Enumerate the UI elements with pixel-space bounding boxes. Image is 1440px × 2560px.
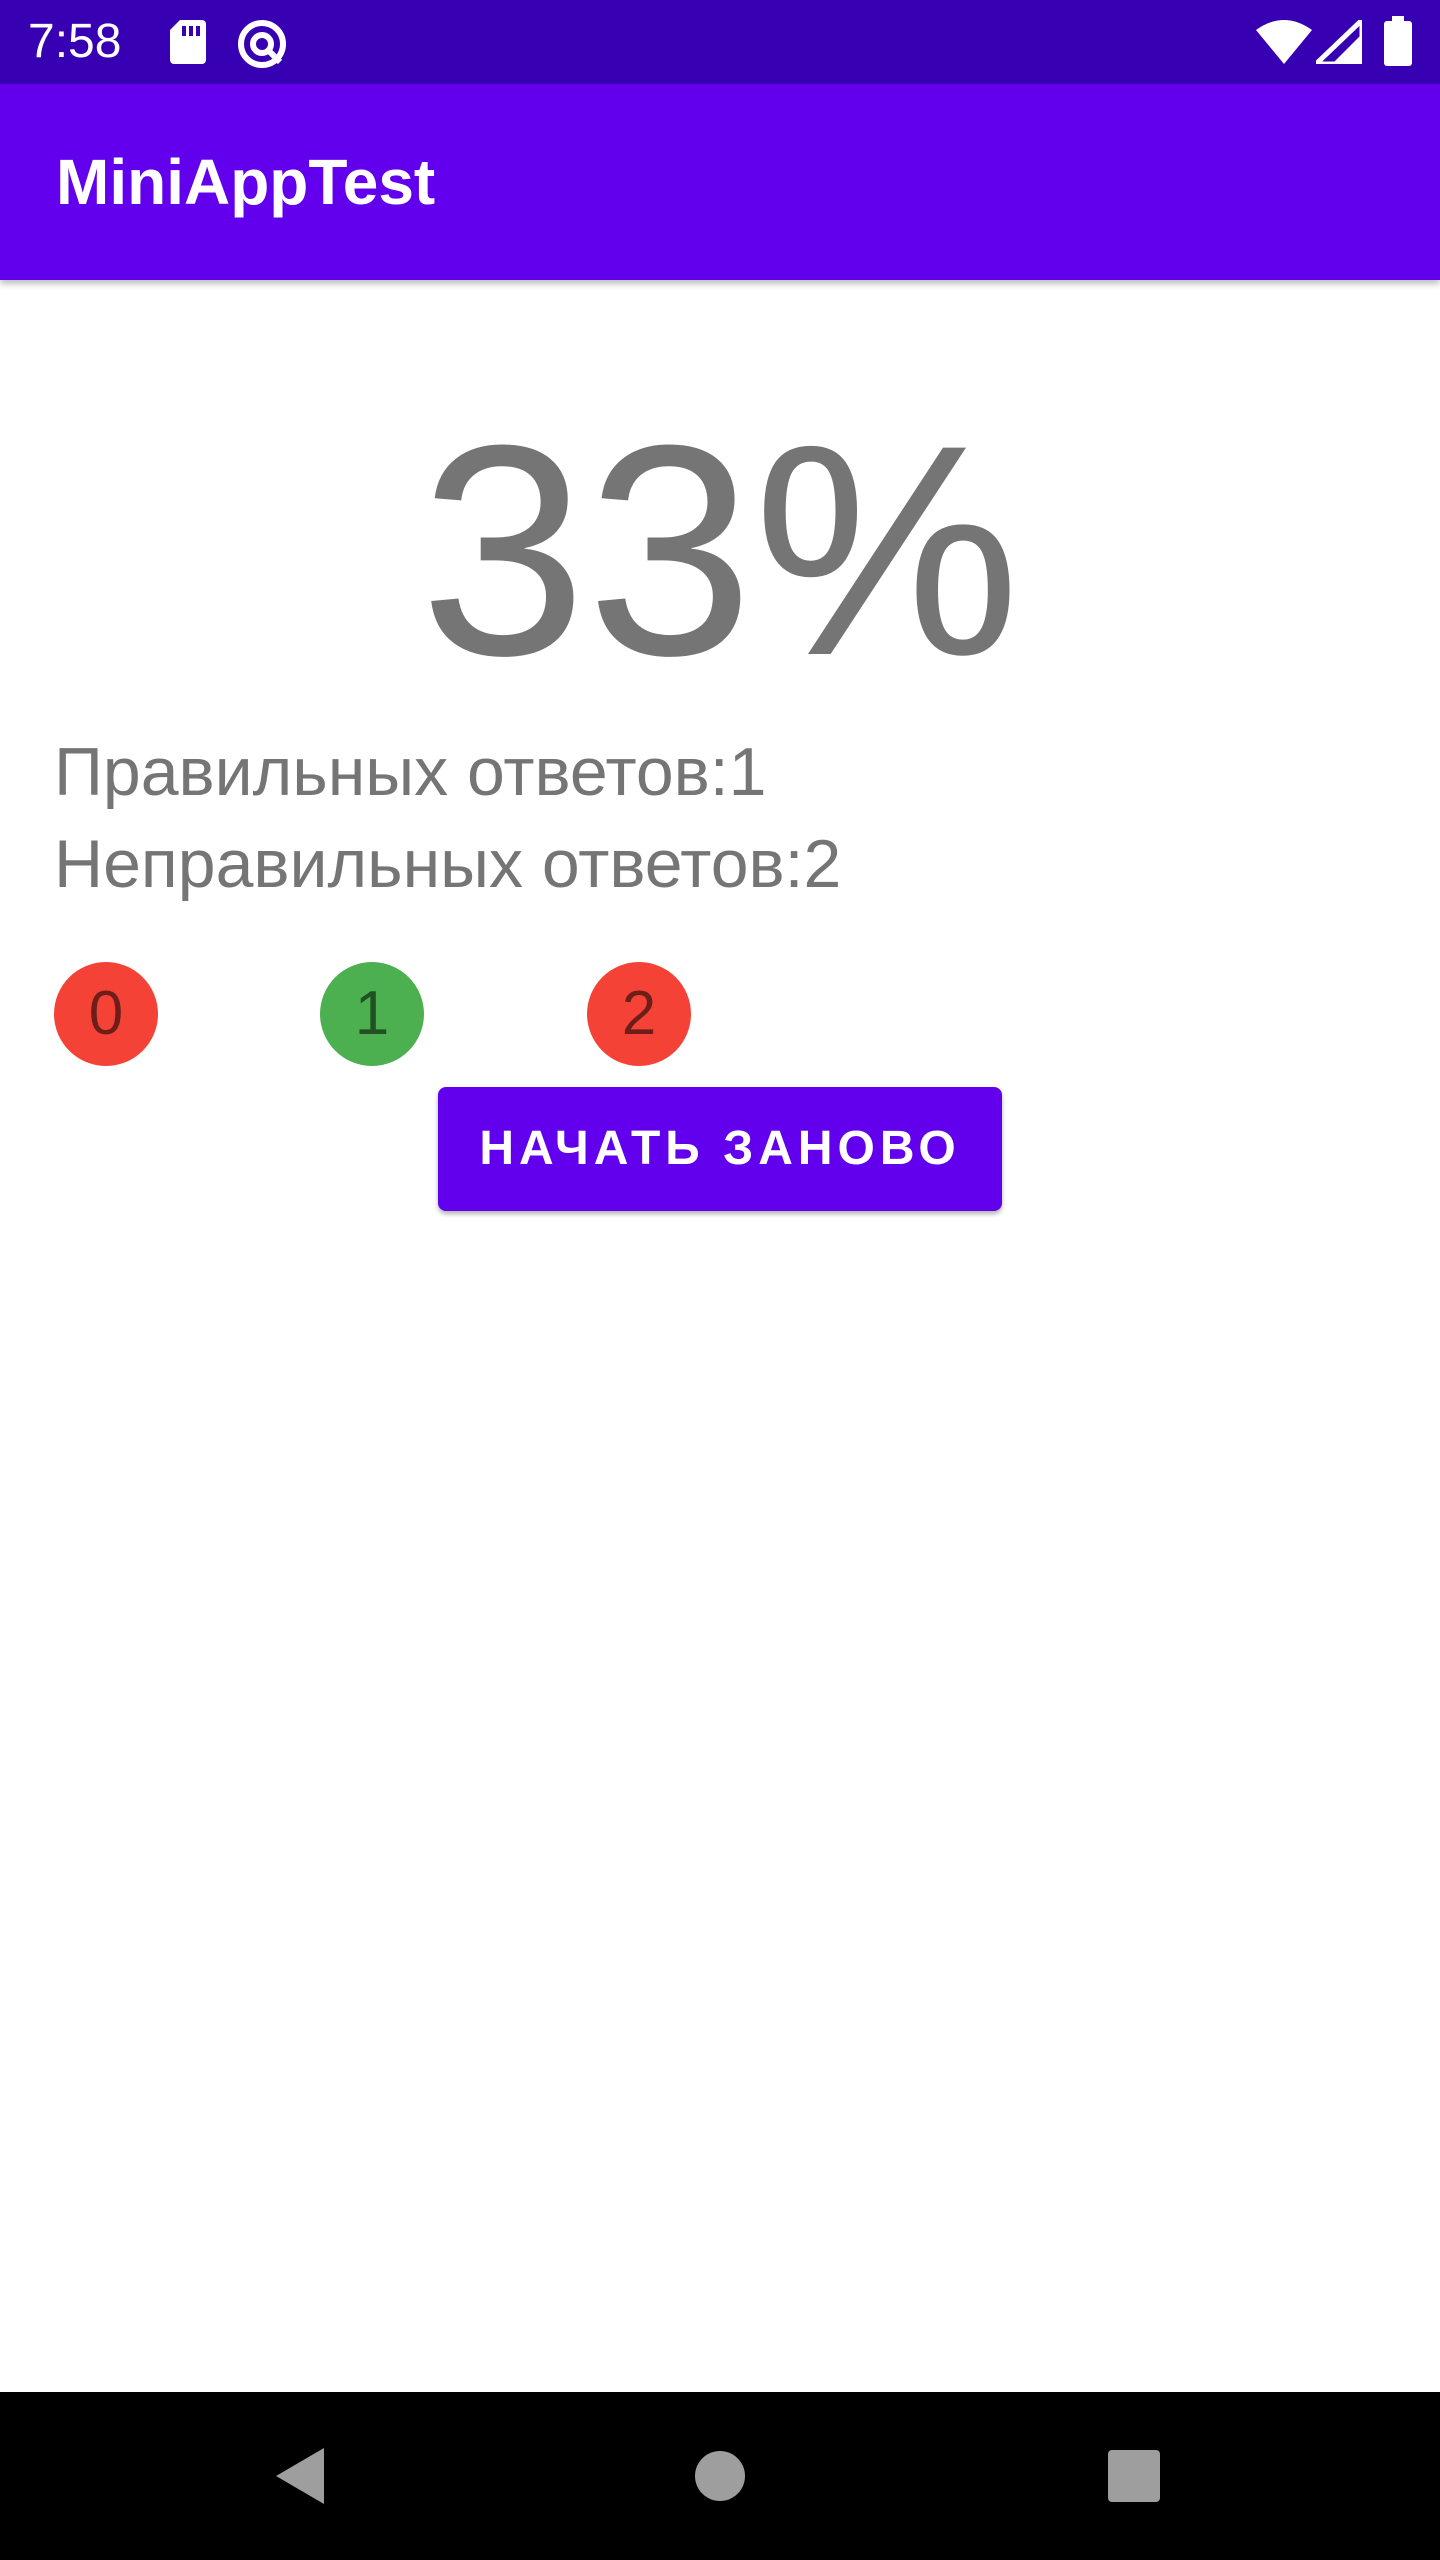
navigation-bar <box>0 2392 1440 2560</box>
signal-icon <box>1309 14 1365 69</box>
result-percent: 33% <box>419 382 1021 718</box>
incorrect-answers-label: Неправильных ответов:2 <box>54 826 842 902</box>
answer-indicator-1: 1 <box>320 962 424 1066</box>
recents-icon[interactable] <box>1108 2450 1160 2507</box>
wifi-icon <box>1256 20 1312 69</box>
status-bar: 7:58 <box>0 0 1440 84</box>
sync-icon <box>236 18 288 75</box>
app-bar: MiniAppTest <box>0 84 1440 280</box>
back-icon[interactable] <box>272 2446 328 2511</box>
app-title: MiniAppTest <box>56 146 436 218</box>
correct-answers-label: Правильных ответов:1 <box>54 734 767 810</box>
battery-icon <box>1384 16 1412 71</box>
answer-indicator-2: 2 <box>587 962 691 1066</box>
answer-indicator-0: 0 <box>54 962 158 1066</box>
restart-button[interactable]: НАЧАТЬ ЗАНОВО <box>438 1087 1002 1211</box>
home-icon[interactable] <box>694 2450 746 2507</box>
sd-card-icon <box>168 18 208 71</box>
status-time: 7:58 <box>28 15 122 68</box>
